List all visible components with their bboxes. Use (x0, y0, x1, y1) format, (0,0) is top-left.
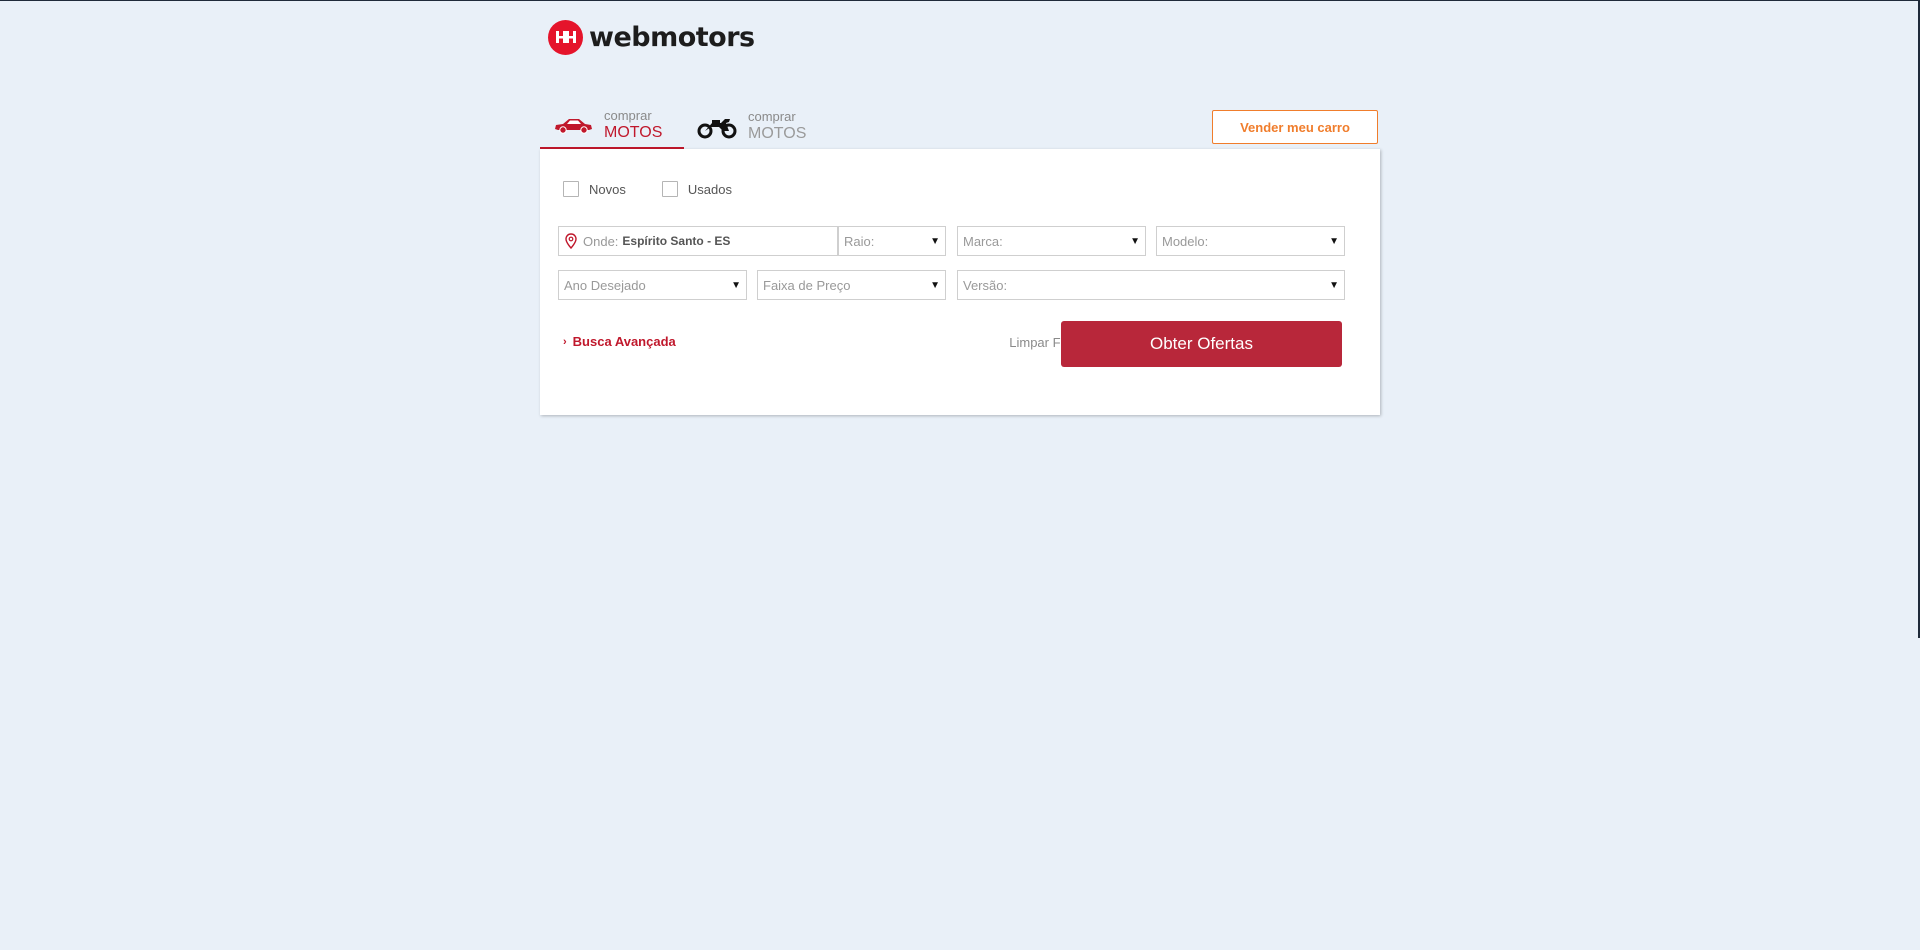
checkbox-usados-label: Usados (687, 181, 732, 197)
radius-select[interactable]: Raio: ▼ (838, 226, 946, 256)
advanced-search-link[interactable]: › Busca Avançada (563, 334, 676, 349)
webmotors-logo[interactable]: webmotors (548, 19, 755, 55)
logo-mark-icon (548, 19, 583, 55)
tab-buy-moto-text: comprar MOTOS (748, 110, 806, 143)
year-select[interactable]: Ano Desejado ▼ (558, 270, 747, 300)
car-icon (552, 111, 594, 141)
search-card: Novos Usados Onde: Espírito Santo - ES R… (540, 149, 1380, 415)
logo-text: webmotors (589, 21, 755, 53)
location-label: Onde: (583, 233, 619, 249)
window-top-border (0, 0, 1920, 1)
chevron-down-icon: ▼ (930, 280, 940, 291)
tab-buy-car-text: comprar MOTOS (604, 109, 662, 142)
model-select[interactable]: Modelo: ▼ (1156, 226, 1345, 256)
tab-buy-moto-small: comprar (748, 109, 796, 124)
chevron-right-icon: › (563, 335, 567, 348)
brand-label: Marca: (963, 233, 1003, 249)
chevron-down-icon: ▼ (1130, 236, 1140, 247)
tab-buy-car[interactable]: comprar MOTOS (540, 104, 684, 149)
price-range-label: Faixa de Preço (763, 277, 851, 293)
motorcycle-icon (696, 112, 738, 142)
tab-buy-moto[interactable]: comprar MOTOS (696, 104, 846, 149)
checkbox-usados[interactable]: Usados (661, 181, 732, 197)
checkbox-novos[interactable]: Novos (563, 181, 626, 197)
sell-my-car-button[interactable]: Vender meu carro (1212, 110, 1378, 144)
version-select[interactable]: Versão: ▼ (957, 270, 1345, 300)
get-offers-button[interactable]: Obter Ofertas (1061, 321, 1342, 367)
chevron-down-icon: ▼ (1329, 280, 1339, 291)
advanced-search-label: Busca Avançada (572, 334, 676, 349)
year-label: Ano Desejado (564, 277, 646, 293)
model-label: Modelo: (1162, 233, 1209, 249)
condition-checkboxes: Novos Usados (563, 181, 768, 197)
location-input[interactable]: Onde: Espírito Santo - ES (558, 226, 838, 256)
tab-buy-car-label: MOTOS (604, 124, 663, 141)
tab-buy-car-small: comprar (604, 108, 652, 123)
chevron-down-icon: ▼ (731, 280, 741, 291)
location-pin-icon (565, 233, 577, 249)
brand-select[interactable]: Marca: ▼ (957, 226, 1146, 256)
chevron-down-icon: ▼ (930, 236, 940, 247)
location-value: Espírito Santo - ES (622, 234, 731, 248)
checkbox-usados-box[interactable] (661, 181, 678, 197)
radius-label: Raio: (844, 233, 875, 249)
chevron-down-icon: ▼ (1329, 236, 1339, 247)
price-range-select[interactable]: Faixa de Preço ▼ (757, 270, 946, 300)
version-label: Versão: (963, 277, 1008, 293)
checkbox-novos-label: Novos (589, 181, 626, 197)
tab-buy-moto-label: MOTOS (748, 125, 807, 142)
checkbox-novos-box[interactable] (563, 181, 579, 197)
